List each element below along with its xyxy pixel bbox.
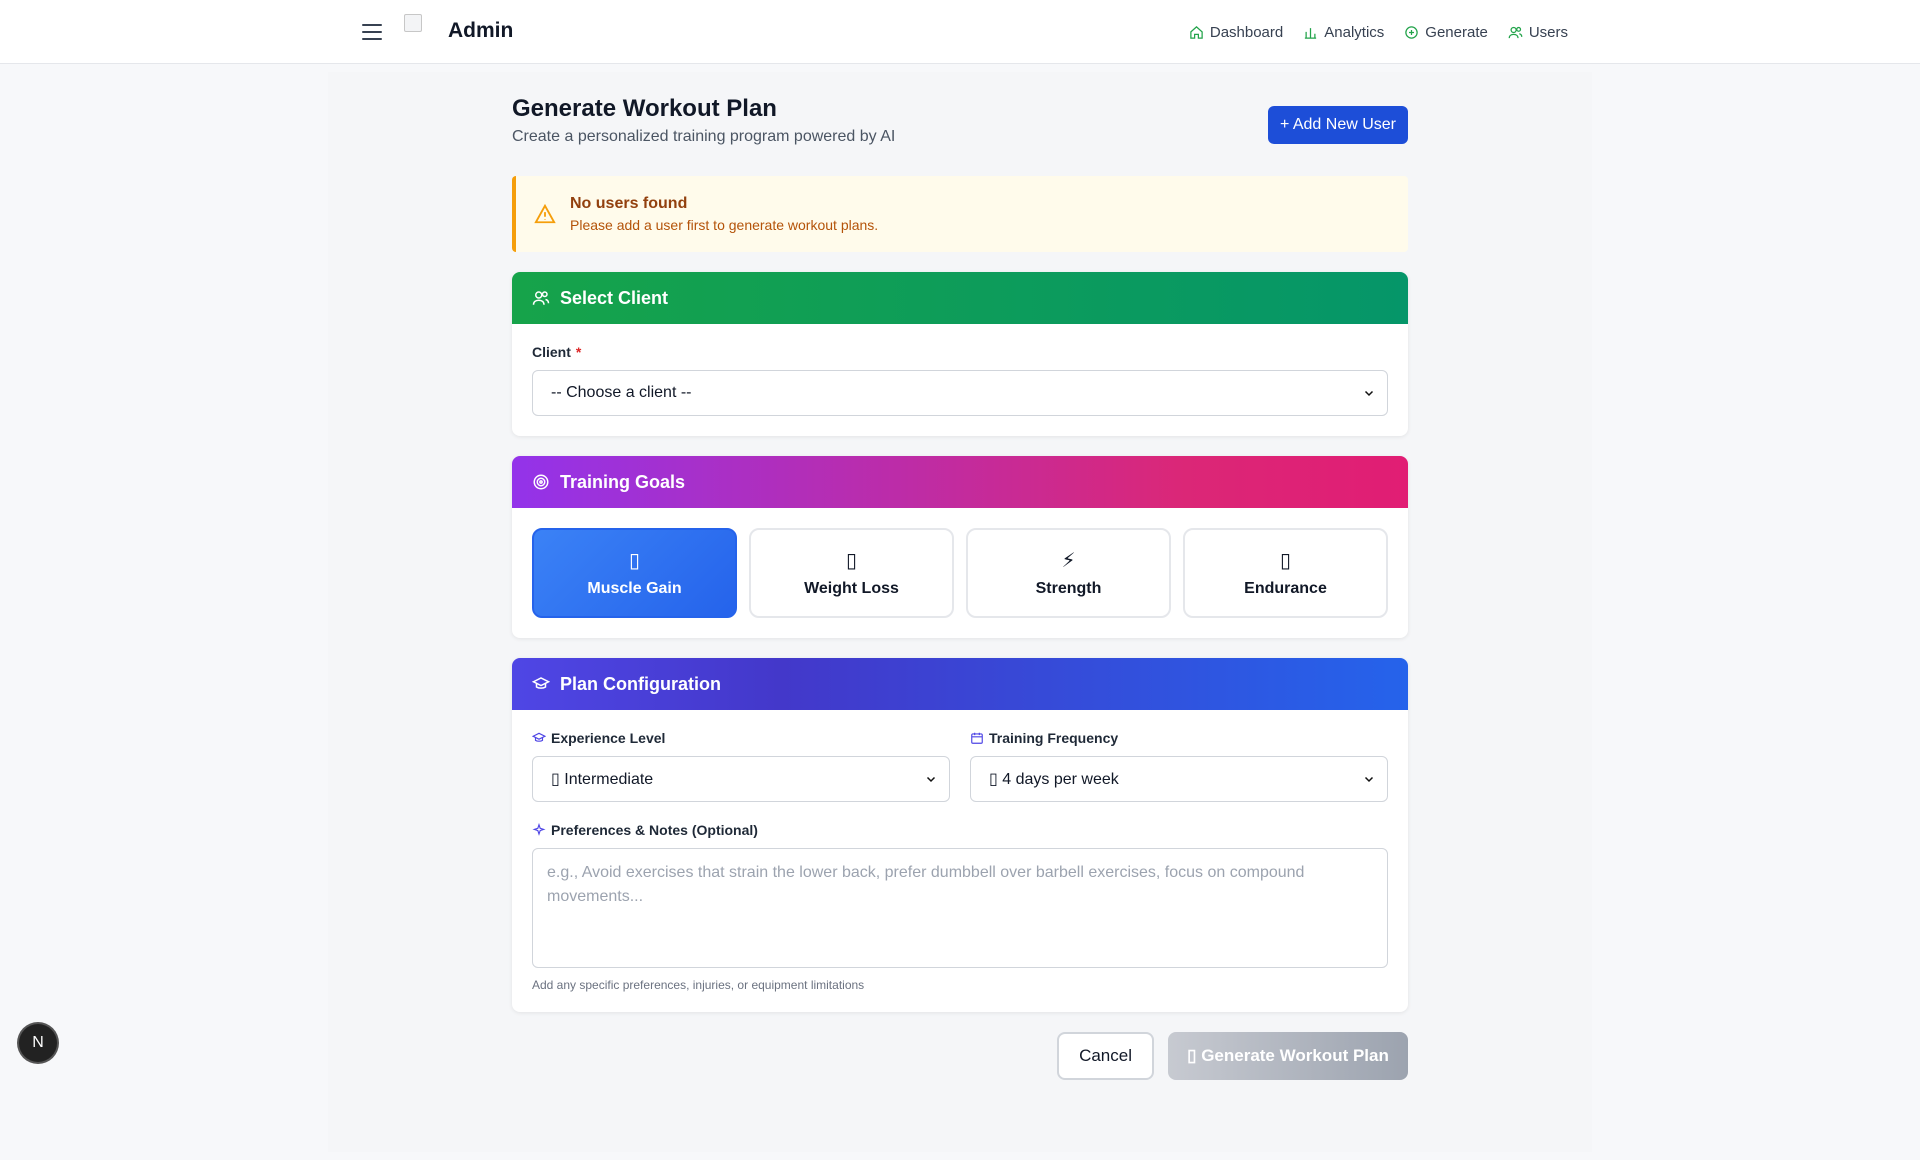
nav-item-generate[interactable]: Generate [1404,24,1488,41]
plan-configuration-header: Plan Configuration [512,658,1408,710]
goal-option-weight-loss[interactable]: ▯ Weight Loss [749,528,954,618]
hamburger-menu-icon[interactable] [360,21,384,43]
goal-icon: ▯ [845,550,857,572]
logo-image [404,14,422,32]
goal-option-strength[interactable]: ⚡ Strength [966,528,1171,618]
goal-option-muscle-gain[interactable]: ▯ Muscle Gain [532,528,737,618]
nav-item-label: Generate [1425,23,1488,41]
no-users-alert: No users found Please add a user first t… [512,176,1408,252]
training-frequency-label-text: Training Frequency [989,730,1119,746]
top-navbar: Admin Dashboard Analytics Generate Users [0,0,1920,64]
preferences-textarea[interactable]: e.g., Avoid exercises that strain the lo… [532,848,1388,968]
training-goals-header: Training Goals [512,456,1408,508]
users-icon [1508,26,1523,38]
nav-item-dashboard[interactable]: Dashboard [1189,24,1283,41]
chevron-down-icon [1364,390,1374,397]
nav-item-users[interactable]: Users [1508,24,1568,41]
nav-item-label: Analytics [1324,23,1385,41]
preferences-label: Preferences & Notes (Optional) [532,822,1388,838]
n-badge-icon[interactable]: N [19,1024,57,1062]
card-heading: Plan Configuration [560,673,721,694]
generate-workout-plan-button[interactable]: ▯ Generate Workout Plan [1168,1032,1408,1080]
client-label-text: Client [532,344,571,360]
graduation-cap-icon [532,732,546,742]
plan-configuration-card: Plan Configuration Experience Level ▯ In… [512,658,1408,1012]
page-header: Generate Workout Plan Create a personali… [512,94,1408,158]
select-client-card: Select Client Client * -- Choose a clien… [512,272,1408,436]
card-heading: Training Goals [560,471,686,492]
graduation-cap-icon [532,677,550,689]
brand-title: Admin [448,19,514,42]
users-icon [532,291,550,305]
home-icon [1190,25,1203,39]
experience-level-label: Experience Level [532,730,950,746]
alert-text: Please add a user first to generate work… [570,217,879,233]
goal-label: Endurance [1244,580,1327,597]
training-frequency-select[interactable]: ▯ 4 days per week [970,756,1388,802]
bar-chart-icon [1305,27,1317,39]
chevron-down-icon [926,776,936,783]
warning-icon [534,203,556,224]
cancel-button[interactable]: Cancel [1057,1032,1154,1080]
generate-plan-form: Generate Workout Plan Create a personali… [512,94,1408,1080]
training-goals-card: Training Goals ▯ Muscle Gain ▯ Weight Lo… [512,456,1408,638]
alert-title: No users found [570,195,688,212]
training-frequency-label: Training Frequency [970,730,1388,746]
goal-label: Weight Loss [804,580,899,597]
target-icon [533,474,549,490]
client-label: Client * [532,344,1388,360]
calendar-icon [971,732,983,744]
main-nav: Dashboard Analytics Generate Users [1189,0,1568,64]
add-new-user-button[interactable]: + Add New User [1267,106,1408,144]
client-select-value: -- Choose a client -- [551,384,692,401]
form-actions: Cancel ▯ Generate Workout Plan [512,1032,1408,1080]
select-client-header: Select Client [512,272,1408,324]
chevron-down-icon [1364,776,1374,783]
experience-level-value: ▯ Intermediate [551,771,654,788]
experience-level-label-text: Experience Level [551,730,666,746]
required-mark: * [575,344,582,360]
goal-label: Strength [1035,580,1102,597]
goal-icon: ▯ [1279,550,1291,572]
nav-item-analytics[interactable]: Analytics [1303,24,1384,41]
experience-level-select[interactable]: ▯ Intermediate [532,756,950,802]
client-select[interactable]: -- Choose a client -- [532,370,1388,416]
plus-circle-icon [1405,25,1419,39]
nav-item-label: Users [1528,23,1568,41]
sparkles-icon [532,823,546,836]
lightning-icon: ⚡ [1061,550,1076,572]
goal-icon: ▯ [628,550,640,572]
nav-item-label: Dashboard [1209,23,1284,41]
goal-label: Muscle Gain [587,580,682,597]
goal-options: ▯ Muscle Gain ▯ Weight Loss ⚡ Strength ▯… [532,528,1388,618]
training-frequency-value: ▯ 4 days per week [989,771,1119,788]
card-heading: Select Client [560,287,669,308]
preferences-hint: Add any specific preferences, injuries, … [532,978,865,992]
goal-option-endurance[interactable]: ▯ Endurance [1183,528,1388,618]
preferences-label-text: Preferences & Notes (Optional) [551,822,758,838]
